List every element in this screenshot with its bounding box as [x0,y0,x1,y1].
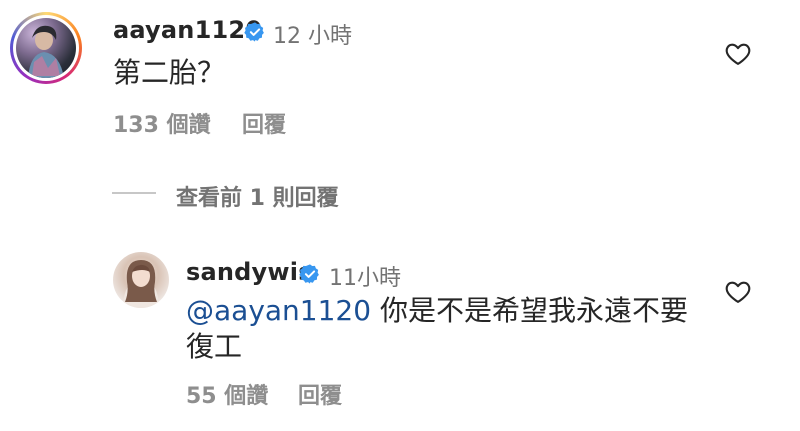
heart-icon[interactable] [724,278,752,306]
replies-divider [112,192,156,194]
verified-badge-icon [299,264,319,284]
avatar-story-ring[interactable] [10,12,82,84]
verified-badge-icon [244,22,264,42]
avatar-photo [123,260,159,308]
avatar-sandywis[interactable] [113,252,169,308]
comment-timestamp: 12 小時 [273,24,352,49]
comment-username[interactable]: aayan1120 [113,16,262,44]
like-count[interactable]: 133 個讚 [113,107,211,139]
reply-button[interactable]: 回覆 [242,107,286,139]
comment-text-line1: 你是不是希望我永遠不要 [371,294,688,327]
comment-text: 第二胎？ [113,56,226,89]
comment-text-line2: 復工 [186,330,243,363]
view-replies-button[interactable]: 查看前 1 則回覆 [176,180,339,212]
reply-button[interactable]: 回覆 [298,378,342,410]
heart-icon[interactable] [724,40,752,68]
comment-text: @aayan1120 你是不是希望我永遠不要 [186,290,688,332]
comment-timestamp: 11小時 [329,266,401,291]
avatar-photo [28,25,64,78]
comment-username[interactable]: sandywis [186,258,313,286]
mention-link[interactable]: @aayan1120 [186,294,371,327]
avatar-aayan1120[interactable] [16,18,76,78]
like-count[interactable]: 55 個讚 [186,378,268,410]
